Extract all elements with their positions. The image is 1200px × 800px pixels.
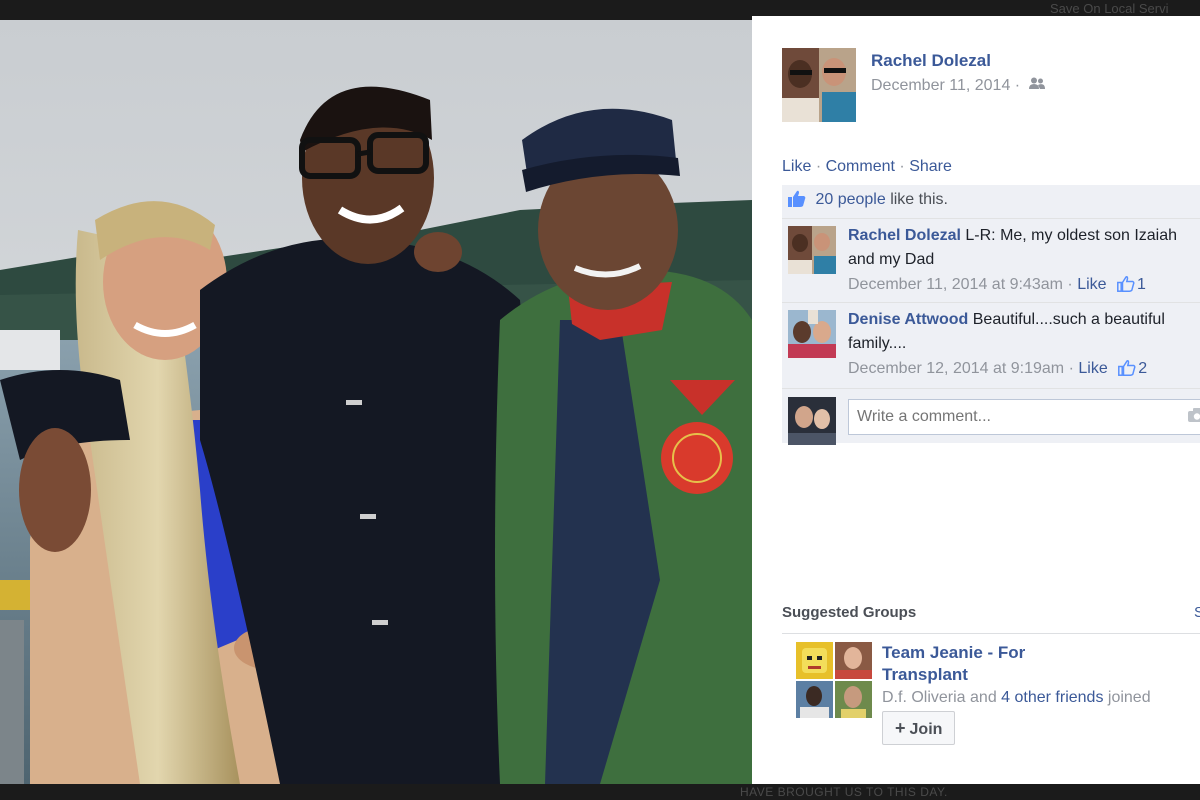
- post-detail-panel: Rachel Dolezal December 11, 2014 · Like …: [752, 16, 1200, 784]
- comment-link[interactable]: Comment: [826, 158, 895, 175]
- likes-suffix: like this.: [885, 191, 948, 208]
- comment-text-block: Rachel Dolezal L-R: Me, my oldest son Iz…: [848, 224, 1200, 272]
- group-thumb: [835, 642, 872, 679]
- plus-icon: +: [895, 717, 906, 738]
- family-photo-image: [0, 20, 752, 784]
- comment-time[interactable]: December 12, 2014 at 9:19am: [848, 360, 1064, 377]
- comment-body: Denise Attwood Beautiful....such a beaut…: [848, 308, 1200, 385]
- group-name-link[interactable]: Team Jeanie - For Transplant: [882, 642, 1082, 686]
- suggested-groups-header: Suggested Groups: [782, 604, 917, 621]
- commenter-name[interactable]: Denise Attwood: [848, 311, 968, 328]
- comment-time[interactable]: December 11, 2014 at 9:43am: [848, 276, 1063, 293]
- join-label: Join: [909, 720, 943, 738]
- comment-item: Rachel Dolezal L-R: Me, my oldest son Iz…: [782, 219, 1200, 303]
- post-timestamp[interactable]: December 11, 2014 ·: [871, 77, 1045, 95]
- see-all-link[interactable]: S: [1194, 604, 1200, 621]
- action-separator: ·: [815, 158, 822, 175]
- divider: [782, 633, 1200, 634]
- join-group-button[interactable]: + Join: [882, 711, 956, 745]
- post-photo[interactable]: [0, 20, 752, 784]
- write-comment-row: [782, 389, 1200, 445]
- comment-text-block: Denise Attwood Beautiful....such a beaut…: [848, 308, 1200, 356]
- comment-like-link[interactable]: Like: [1077, 276, 1106, 293]
- camera-icon[interactable]: [1188, 408, 1200, 427]
- comment-input[interactable]: [848, 399, 1200, 435]
- post-author-name[interactable]: Rachel Dolezal: [871, 51, 991, 71]
- thumbs-up-outline-icon: [1118, 359, 1136, 385]
- post-action-bar: Like · Comment · Share: [782, 158, 952, 176]
- comment-body: Rachel Dolezal L-R: Me, my oldest son Iz…: [848, 224, 1200, 301]
- share-link[interactable]: Share: [909, 158, 952, 175]
- post-date-text[interactable]: December 11, 2014: [871, 77, 1010, 94]
- page-bottom-frame: HAVE BROUGHT US TO THIS DAY.: [0, 784, 1200, 800]
- commenter-avatar[interactable]: [788, 310, 836, 358]
- group-thumb: [796, 681, 833, 718]
- thumbs-up-icon: [788, 190, 806, 212]
- date-separator: ·: [1014, 77, 1021, 95]
- group-thumbnail-grid[interactable]: [796, 642, 872, 718]
- feedback-box: 20 people like this. Rachel Dolezal L-R:…: [782, 185, 1200, 445]
- joined-friend-name: D.f. Oliveria: [882, 689, 966, 706]
- like-summary: 20 people like this.: [782, 185, 1200, 219]
- likers-link[interactable]: 20 people: [815, 191, 885, 208]
- joined-and: and: [965, 689, 1002, 706]
- group-joined-text: D.f. Oliveria and 4 other friends joined: [882, 689, 1151, 707]
- comment-like-count[interactable]: 1: [1137, 276, 1146, 293]
- comment-like-count[interactable]: 2: [1138, 360, 1147, 377]
- author-avatar[interactable]: [782, 48, 856, 122]
- bottom-caption-text: HAVE BROUGHT US TO THIS DAY.: [740, 785, 948, 799]
- friends-audience-icon[interactable]: [1028, 77, 1045, 95]
- group-thumb: [835, 681, 872, 718]
- action-separator: ·: [899, 158, 905, 175]
- meta-separator: ·: [1068, 360, 1074, 377]
- thumbs-up-outline-icon: [1117, 275, 1135, 301]
- comment-item: Denise Attwood Beautiful....such a beaut…: [782, 303, 1200, 389]
- joined-others-link[interactable]: 4 other friends: [1001, 689, 1103, 706]
- comment-meta: December 11, 2014 at 9:43am · Like 1: [848, 272, 1200, 301]
- comment-meta: December 12, 2014 at 9:19am · Like 2: [848, 356, 1200, 385]
- like-link[interactable]: Like: [782, 158, 811, 175]
- joined-suffix: joined: [1103, 689, 1151, 706]
- meta-separator: ·: [1067, 276, 1073, 293]
- commenter-avatar[interactable]: [788, 226, 836, 274]
- group-thumb: [796, 642, 833, 679]
- commenter-name[interactable]: Rachel Dolezal: [848, 227, 961, 244]
- comment-like-link[interactable]: Like: [1078, 360, 1107, 377]
- current-user-avatar: [788, 397, 836, 445]
